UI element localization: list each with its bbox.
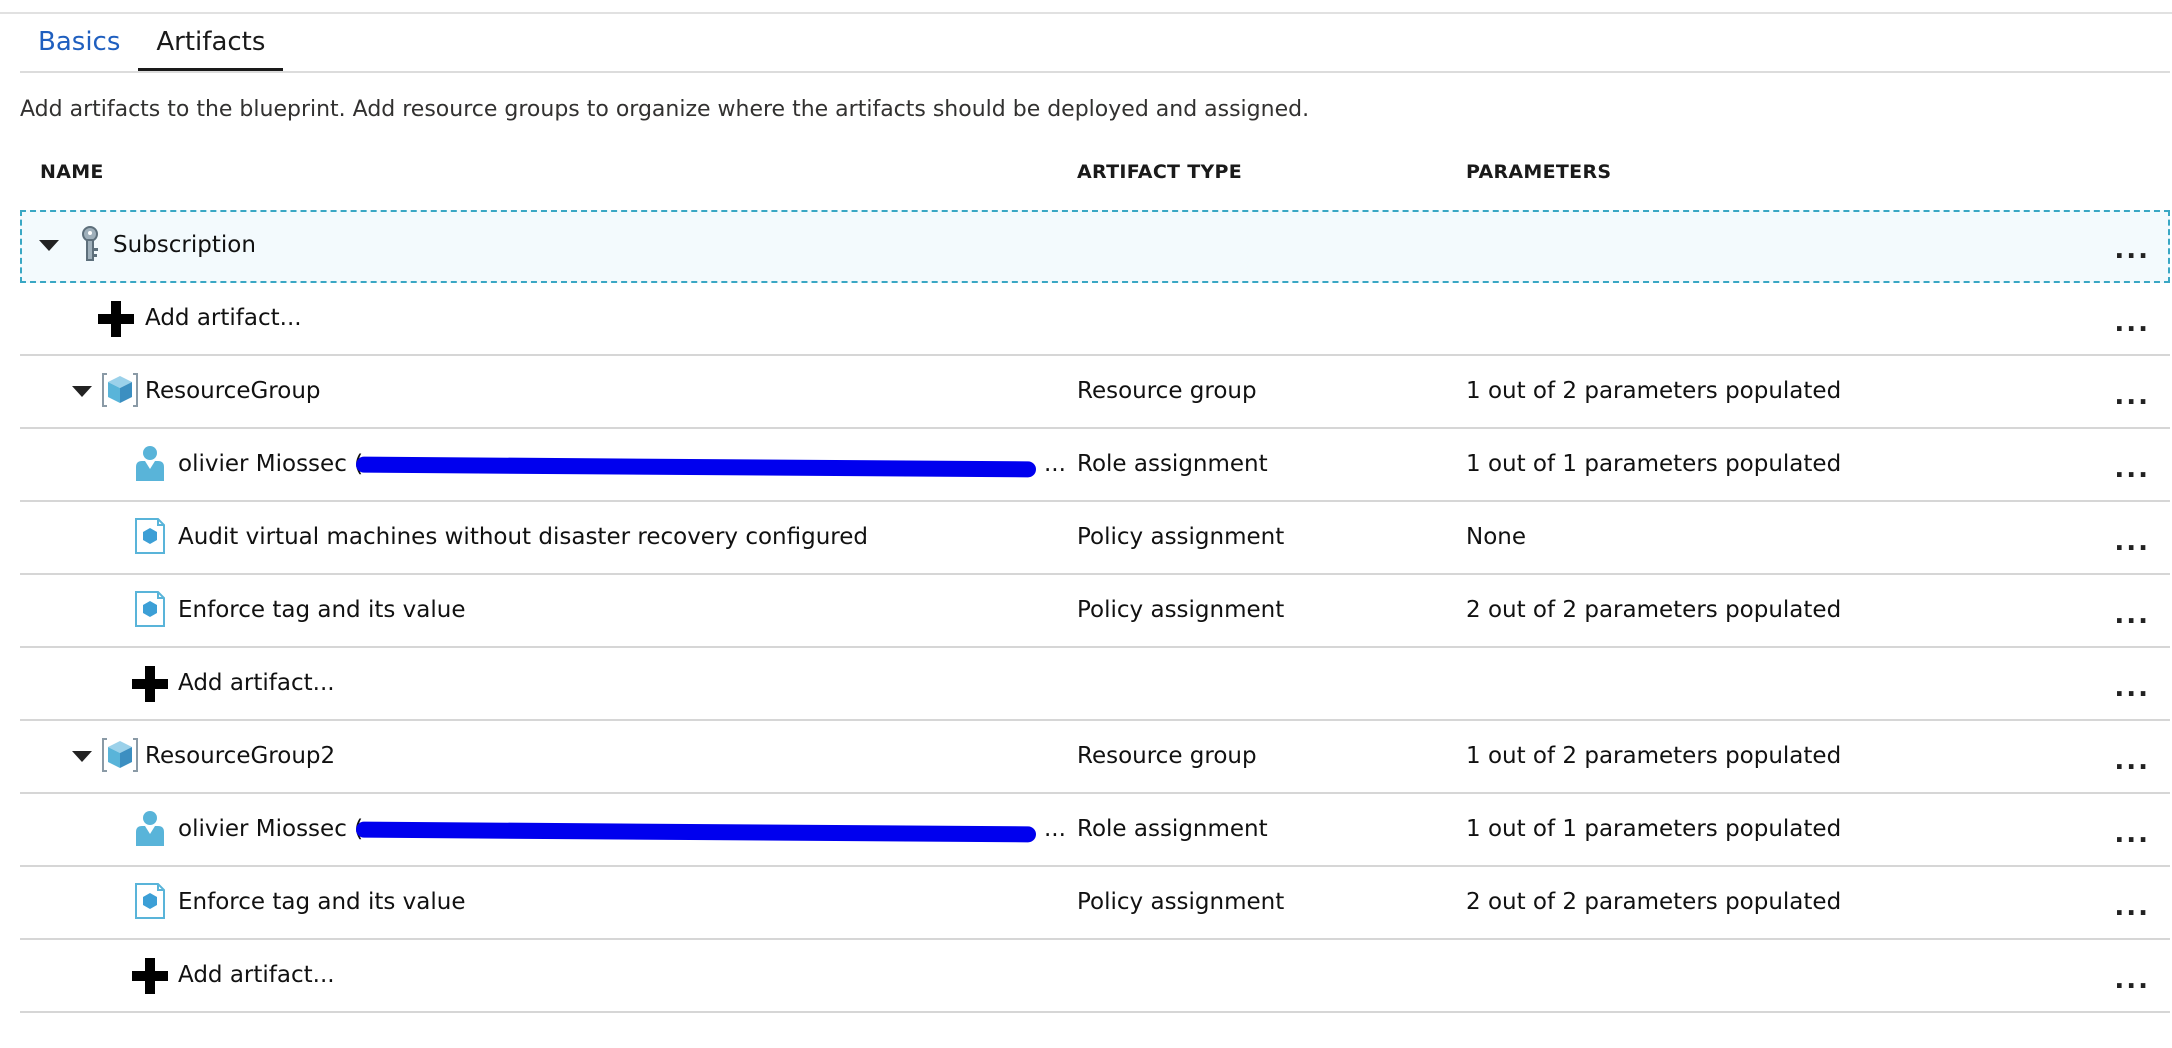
artifact-type: Role assignment — [1077, 451, 1268, 477]
more-options-button[interactable]: ... — [2114, 867, 2150, 938]
artifact-name: ResourceGroup2 — [145, 721, 1065, 792]
more-options-button[interactable]: ... — [2114, 575, 2150, 646]
add-artifact-link[interactable]: Add artifact... — [178, 940, 1065, 1011]
artifact-name-text: Audit virtual machines without disaster … — [178, 524, 868, 550]
artifact-name-text: olivier Miossec ( — [178, 816, 364, 842]
artifact-type: Policy assignment — [1077, 597, 1285, 623]
parameters-status: 2 out of 2 parameters populated — [1466, 597, 1842, 623]
parameters-status — [1466, 648, 2106, 719]
parameters-status — [1466, 940, 2106, 1011]
more-options-button[interactable]: ... — [2114, 356, 2150, 427]
add-artifact-row[interactable]: Add artifact...... — [20, 648, 2170, 721]
artifact-type: Resource group — [1077, 378, 1257, 404]
artifact-name-text: ResourceGroup2 — [145, 743, 336, 769]
artifact-name: Enforce tag and its value — [178, 575, 1065, 646]
add-artifact-link[interactable]: Add artifact... — [145, 283, 1065, 354]
more-options-button[interactable]: ... — [2114, 210, 2150, 281]
chevron-down-icon[interactable] — [72, 386, 92, 397]
artifact-type: Resource group — [1077, 743, 1257, 769]
artifact-name-text: Add artifact... — [145, 305, 302, 331]
chevron-down-icon[interactable] — [39, 240, 59, 251]
parameters-status: 1 out of 1 parameters populated — [1466, 451, 1842, 477]
more-options-button[interactable]: ... — [2114, 721, 2150, 792]
user-icon — [130, 808, 170, 848]
parameters-status: 1 out of 2 parameters populated — [1466, 743, 1842, 769]
parameters-status: 1 out of 2 parameters populated — [1466, 378, 1842, 404]
artifact-type — [1077, 210, 1457, 281]
column-header-artifact-type[interactable]: ARTIFACT TYPE — [1077, 161, 1242, 183]
more-options-button[interactable]: ... — [2114, 648, 2150, 719]
artifact-name: Subscription — [113, 210, 1065, 281]
resource-group-row[interactable]: ResourceGroup2 Resource group 1 out of 2 p… — [20, 721, 2170, 794]
artifact-name-text: Add artifact... — [178, 962, 335, 988]
artifact-name-text: Enforce tag and its value — [178, 889, 466, 915]
plus-icon — [130, 956, 170, 996]
page-description: Add artifacts to the blueprint. Add reso… — [20, 97, 1310, 122]
table-header: NAME ARTIFACT TYPE PARAMETERS — [20, 153, 2170, 189]
more-options-button[interactable]: ... — [2114, 429, 2150, 500]
artifact-name: Audit virtual machines without disaster … — [178, 502, 1065, 573]
policy-icon — [130, 589, 170, 629]
artifact-type: Policy assignment — [1077, 524, 1285, 550]
artifact-name-text: Subscription — [113, 232, 256, 258]
user-icon — [130, 443, 170, 483]
parameters-status: None — [1466, 524, 1527, 550]
artifact-name: ResourceGroup — [145, 356, 1065, 427]
parameters-status — [1466, 283, 2106, 354]
parameters-status — [1466, 210, 2106, 281]
artifact-type: Role assignment — [1077, 816, 1268, 842]
artifact-type — [1077, 648, 1457, 719]
policy-icon — [130, 516, 170, 556]
artifact-row[interactable]: Enforce tag and its value Policy assignme… — [20, 867, 2170, 940]
resource-group-icon — [100, 735, 140, 775]
add-artifact-link[interactable]: Add artifact... — [178, 648, 1065, 719]
artifact-type: Policy assignment — [1077, 889, 1285, 915]
add-artifact-row[interactable]: Add artifact...... — [20, 940, 2170, 1013]
policy-icon — [130, 881, 170, 921]
truncation-ellipsis: ... — [1044, 451, 1066, 477]
artifact-name-text: ResourceGroup — [145, 378, 321, 404]
artifact-type — [1077, 940, 1457, 1011]
resource-group-icon — [100, 370, 140, 410]
artifact-row[interactable]: olivier Miossec (... Role assignment 1 out… — [20, 429, 2170, 502]
artifact-row[interactable]: olivier Miossec (... Role assignment 1 out… — [20, 794, 2170, 867]
key-icon — [70, 224, 110, 264]
subscription-row[interactable]: Subscription... — [20, 210, 2170, 283]
plus-icon — [130, 664, 170, 704]
more-options-button[interactable]: ... — [2114, 940, 2150, 1011]
tab-divider — [20, 71, 2170, 73]
tab-basics[interactable]: Basics — [20, 14, 138, 71]
artifact-row[interactable]: Enforce tag and its value Policy assignme… — [20, 575, 2170, 648]
artifact-tree-table: Subscription... Add artifact...... Resourc… — [20, 210, 2170, 1013]
plus-icon — [96, 299, 136, 339]
tab-artifacts[interactable]: Artifacts — [138, 14, 284, 72]
parameters-status: 2 out of 2 parameters populated — [1466, 889, 1842, 915]
tab-bar: Basics Artifacts — [20, 14, 2170, 72]
artifact-row[interactable]: Audit virtual machines without disaster … — [20, 502, 2170, 575]
artifact-name-text: Enforce tag and its value — [178, 597, 466, 623]
column-header-parameters[interactable]: PARAMETERS — [1466, 161, 1611, 183]
artifact-type — [1077, 283, 1457, 354]
more-options-button[interactable]: ... — [2114, 502, 2150, 573]
artifact-name-text: Add artifact... — [178, 670, 335, 696]
parameters-status: 1 out of 1 parameters populated — [1466, 816, 1842, 842]
artifact-name-text: olivier Miossec ( — [178, 451, 364, 477]
chevron-down-icon[interactable] — [72, 751, 92, 762]
column-header-name[interactable]: NAME — [40, 161, 104, 183]
resource-group-row[interactable]: ResourceGroup Resource group 1 out of 2 pa… — [20, 356, 2170, 429]
truncation-ellipsis: ... — [1044, 816, 1066, 842]
add-artifact-row[interactable]: Add artifact...... — [20, 283, 2170, 356]
more-options-button[interactable]: ... — [2114, 283, 2150, 354]
artifact-name: Enforce tag and its value — [178, 867, 1065, 938]
more-options-button[interactable]: ... — [2114, 794, 2150, 865]
